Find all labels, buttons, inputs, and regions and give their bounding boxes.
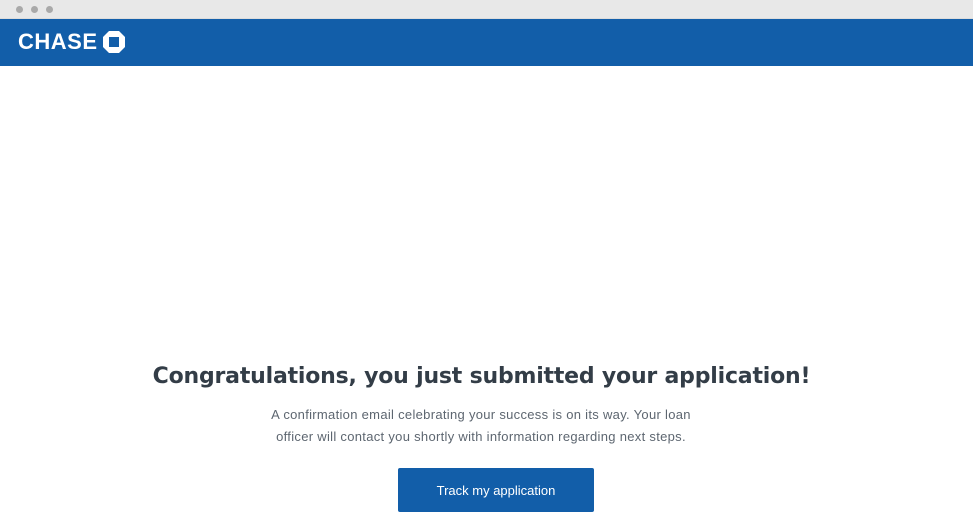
confirmation-message-line-2: officer will contact you shortly with in… [276,429,686,444]
chase-octagon-logo-icon [102,31,125,53]
browser-titlebar [0,0,973,19]
main-content: Congratulations, you just submitted your… [0,66,973,513]
site-header: CHASE [0,19,973,66]
chase-logo[interactable]: CHASE [18,29,125,55]
confirmation-message-line-1: A confirmation email celebrating your su… [271,407,691,422]
confirmation-headline: Congratulations, you just submitted your… [152,364,811,389]
window-minimize-dot[interactable] [31,6,38,13]
confirmation-message: A confirmation email celebrating your su… [236,404,726,448]
track-application-button[interactable]: Track my application [398,468,594,512]
window-close-dot[interactable] [16,6,23,13]
window-maximize-dot[interactable] [46,6,53,13]
brand-name: CHASE [18,29,98,54]
